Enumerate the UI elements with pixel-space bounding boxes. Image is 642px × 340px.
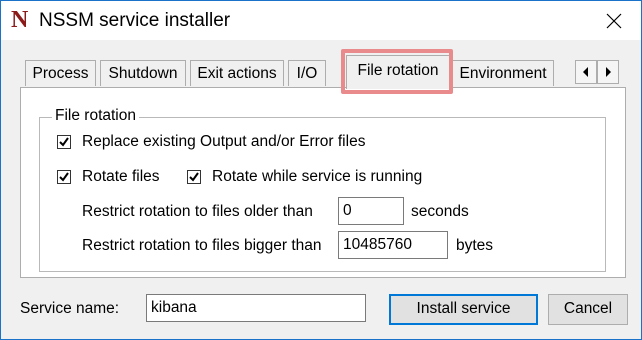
tab-environment[interactable]: Environment: [452, 60, 554, 86]
tab-process[interactable]: Process: [25, 60, 96, 86]
close-button[interactable]: [587, 1, 641, 40]
service-name-label: Service name:: [20, 300, 120, 317]
tab-exit-actions[interactable]: Exit actions: [190, 60, 284, 86]
title-bar: N NSSM service installer: [1, 1, 641, 40]
tab-scroll-arrows: [575, 60, 619, 84]
tab-io[interactable]: I/O: [288, 60, 326, 86]
older-than-input[interactable]: [338, 197, 404, 225]
window-title: NSSM service installer: [39, 10, 231, 31]
rotate-online-label: Rotate while service is running: [212, 168, 423, 185]
older-than-unit: seconds: [411, 203, 469, 220]
rotate-files-label: Rotate files: [82, 168, 160, 185]
bigger-than-unit: bytes: [456, 237, 494, 254]
checkmark-icon: [59, 172, 69, 182]
rotate-online-row[interactable]: Rotate while service is running: [187, 168, 422, 186]
replace-existing-checkbox[interactable]: [57, 135, 71, 149]
rotate-files-checkbox[interactable]: [57, 170, 71, 184]
replace-existing-row[interactable]: Replace existing Output and/or Error fil…: [57, 133, 365, 151]
install-service-button[interactable]: Install service: [389, 294, 538, 325]
bigger-than-label: Restrict rotation to files bigger than: [82, 237, 322, 254]
tab-scroll-left-button[interactable]: [575, 60, 597, 84]
tab-shutdown[interactable]: Shutdown: [100, 60, 186, 86]
cancel-button[interactable]: Cancel: [548, 294, 628, 325]
tab-file-rotation[interactable]: File rotation: [346, 55, 450, 89]
arrow-right-icon: [606, 67, 611, 77]
rotate-online-checkbox[interactable]: [187, 170, 201, 184]
groupbox-title: File rotation: [52, 106, 139, 126]
service-name-input[interactable]: [146, 294, 366, 322]
tab-scroll-right-button[interactable]: [597, 60, 619, 84]
rotate-files-row[interactable]: Rotate files: [57, 168, 160, 186]
older-than-label: Restrict rotation to files older than: [82, 203, 313, 220]
bigger-than-input[interactable]: [338, 231, 448, 259]
arrow-left-icon: [583, 67, 588, 77]
close-icon: [606, 13, 622, 28]
checkmark-icon: [59, 137, 69, 147]
checkmark-icon: [189, 172, 199, 182]
nssm-logo-icon: N: [11, 7, 29, 33]
replace-existing-label: Replace existing Output and/or Error fil…: [82, 133, 366, 150]
